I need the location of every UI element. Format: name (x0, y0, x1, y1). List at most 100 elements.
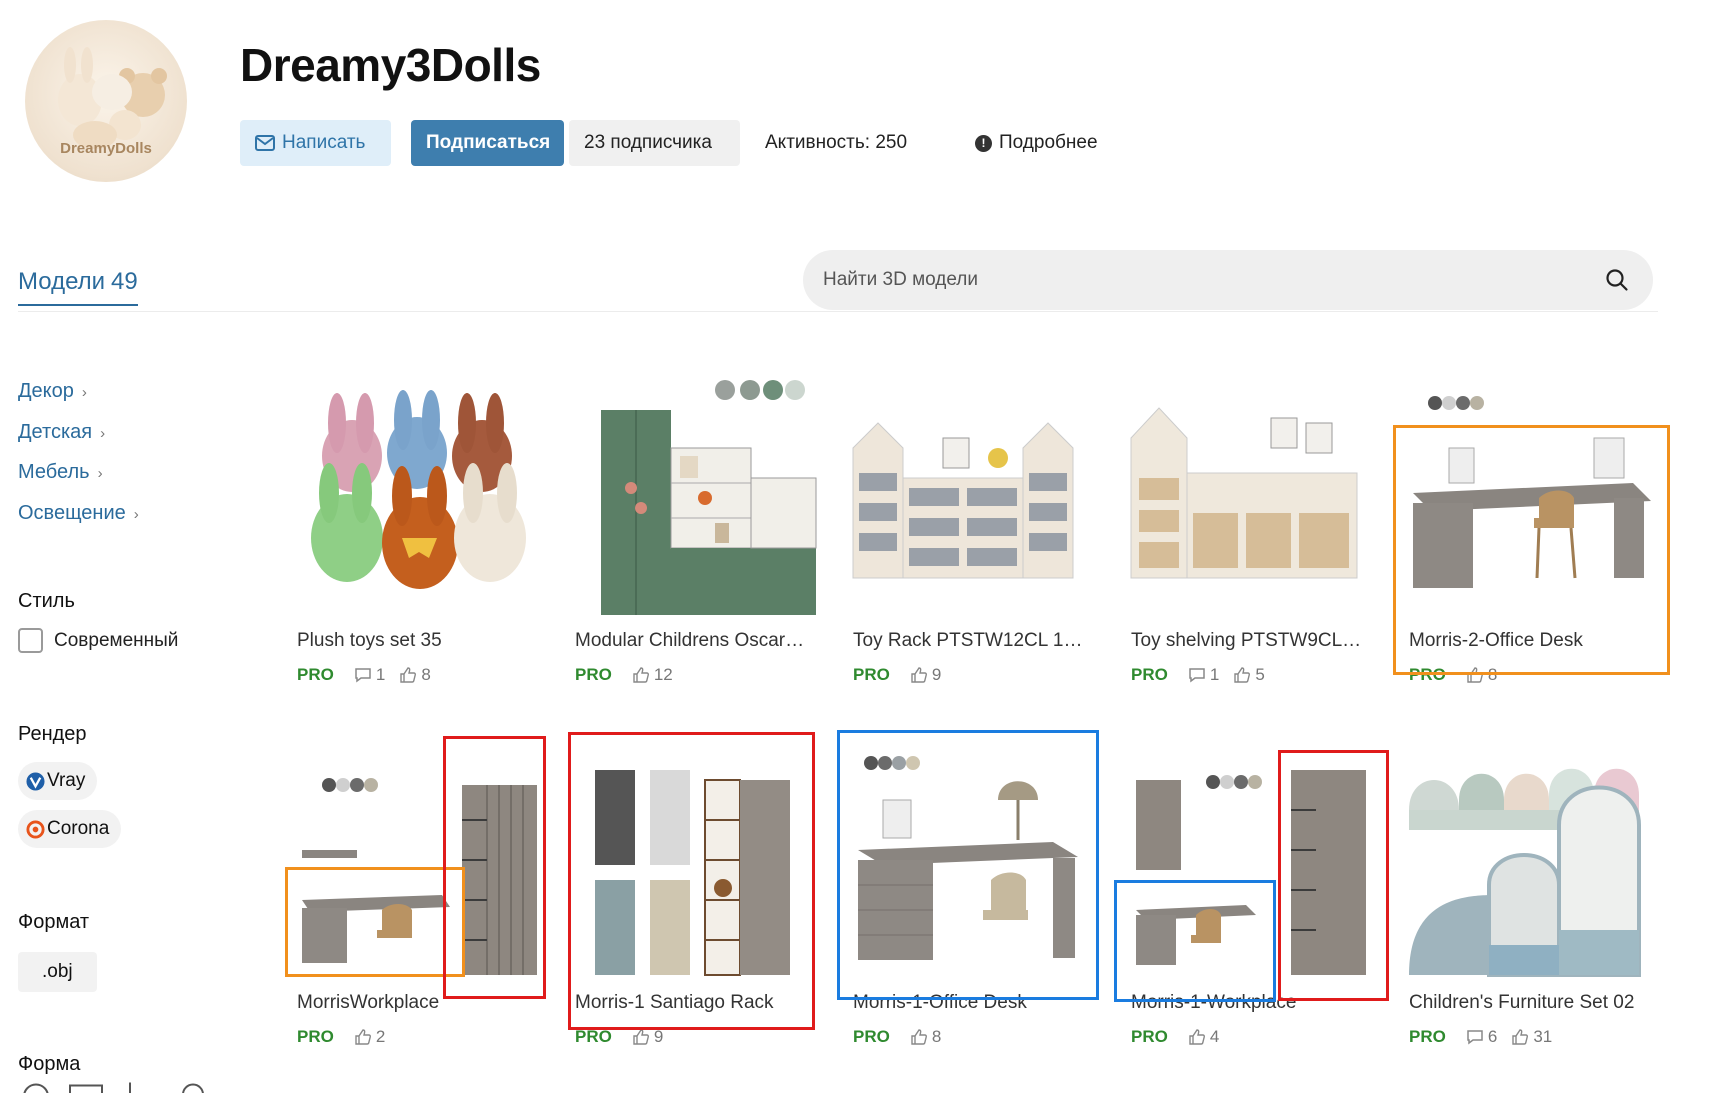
info-icon: ! (975, 134, 992, 152)
comment-icon (1467, 1030, 1483, 1045)
like-count: 12 (632, 665, 673, 685)
model-thumbnail[interactable] (1399, 740, 1659, 980)
like-count: 4 (1188, 1027, 1219, 1047)
model-card[interactable]: Morris-1 Santiago Rack PRO 9 (565, 740, 825, 1058)
checkbox[interactable] (18, 628, 43, 653)
like-count: 5 (1233, 665, 1265, 685)
model-meta: PRO 2 (297, 1027, 399, 1047)
corona-logo-icon (26, 819, 45, 839)
tab-models-count: 49 (111, 268, 138, 295)
more-info-link[interactable]: ! Подробнее (975, 132, 1098, 154)
search-bar (803, 250, 1653, 310)
model-card[interactable]: Children's Furniture Set 02 PRO 6 31 (1399, 740, 1659, 1058)
workplace-image (1136, 770, 1366, 975)
shape-heading: Форма (18, 1053, 81, 1075)
render-filter-corona[interactable]: Corona (18, 810, 122, 848)
model-title[interactable]: Morris-1-Office Desk (853, 992, 1101, 1014)
category-lighting[interactable]: Освещение › (18, 502, 139, 525)
model-title[interactable]: Modular Childrens Oscar… (575, 630, 823, 652)
model-thumbnail[interactable] (1121, 378, 1381, 618)
pro-badge: PRO (297, 665, 334, 684)
thumbs-up-icon (400, 667, 417, 683)
chevron-right-icon: › (97, 465, 103, 482)
write-message-button[interactable]: Написать (240, 120, 391, 166)
model-title[interactable]: Toy shelving PTSTW9CL… (1131, 630, 1379, 652)
model-thumbnail[interactable] (1399, 378, 1659, 618)
pro-badge: PRO (853, 665, 890, 684)
like-count-value: 2 (375, 1027, 386, 1046)
model-meta: PRO 9 (853, 665, 955, 685)
model-thumbnail[interactable] (287, 378, 547, 618)
category-furniture[interactable]: Мебель › (18, 461, 103, 484)
model-thumbnail[interactable] (565, 378, 825, 618)
category-decor[interactable]: Декор › (18, 380, 87, 403)
plush-toys-illustration (58, 47, 167, 149)
model-thumbnail[interactable] (843, 740, 1103, 980)
model-card[interactable]: Toy Rack PTSTW12CL 1… PRO 9 (843, 378, 1103, 696)
shape-filter-icons[interactable] (18, 1082, 218, 1093)
comment-count-value: 1 (375, 665, 386, 684)
model-card[interactable]: MorrisWorkplace PRO 2 (287, 740, 547, 1058)
profile-avatar[interactable]: DreamyDolls (25, 20, 187, 182)
model-thumbnail[interactable] (287, 740, 547, 980)
model-title[interactable]: Children's Furniture Set 02 (1409, 992, 1657, 1014)
subscribe-button[interactable]: Подписаться (411, 120, 564, 166)
model-card[interactable]: Morris-1-Workplace PRO 4 (1121, 740, 1381, 1058)
model-thumbnail[interactable] (565, 740, 825, 980)
green-cabinet-image (601, 380, 817, 615)
comment-count: 1 (354, 665, 385, 685)
search-icon[interactable] (1605, 268, 1629, 292)
model-thumbnail[interactable] (843, 378, 1103, 618)
like-count: 9 (910, 665, 941, 685)
pro-badge: PRO (1409, 665, 1446, 684)
model-card[interactable]: Morris-2-Office Desk PRO 8 (1399, 378, 1659, 696)
like-count-value: 12 (653, 665, 673, 684)
tab-models[interactable]: Модели 49 (18, 268, 138, 306)
model-title[interactable]: Toy Rack PTSTW12CL 1… (853, 630, 1101, 652)
model-card[interactable]: Plush toys set 35 PRO 1 8 (287, 378, 547, 696)
workplace-image (302, 778, 537, 975)
thumbs-up-icon (1467, 667, 1483, 683)
model-thumbnail[interactable] (1121, 740, 1381, 980)
pro-badge: PRO (575, 1027, 612, 1046)
chevron-right-icon: › (100, 425, 106, 442)
model-card[interactable]: Modular Childrens Oscar… PRO 12 (565, 378, 825, 696)
profile-actions: Написать Подписаться 23 подписчика Актив… (240, 120, 1098, 166)
office-desk-image (1413, 396, 1651, 588)
model-meta: PRO 8 (1409, 665, 1511, 685)
render-filter-vray[interactable]: Vray (18, 762, 98, 800)
model-card[interactable]: Toy shelving PTSTW9CL… PRO 1 5 (1121, 378, 1381, 696)
followers-button[interactable]: 23 подписчика (569, 120, 740, 166)
category-kids[interactable]: Детская › (18, 421, 105, 444)
model-title[interactable]: Morris-1-Workplace (1131, 992, 1379, 1014)
like-count: 8 (910, 1027, 941, 1047)
thumbs-up-icon (633, 1029, 649, 1045)
model-meta: PRO 9 (575, 1027, 677, 1047)
tab-models-label: Модели (18, 268, 106, 295)
pro-badge: PRO (853, 1027, 890, 1046)
category-label: Детская (18, 421, 93, 443)
style-heading: Стиль (18, 590, 75, 612)
category-label: Мебель (18, 461, 90, 483)
like-count: 8 (1466, 665, 1497, 685)
style-filter-modern[interactable]: Современный (18, 628, 178, 653)
search-input[interactable] (823, 269, 1583, 291)
like-count-value: 4 (1209, 1027, 1220, 1046)
format-filter-obj[interactable]: .obj (18, 952, 97, 992)
render-option-label: Vray (47, 770, 86, 791)
toy-shelving-image (1130, 407, 1358, 579)
thumbs-up-icon (1234, 667, 1251, 683)
model-meta: PRO 1 8 (297, 665, 445, 685)
model-title[interactable]: MorrisWorkplace (297, 992, 545, 1014)
toy-rack-image (852, 422, 1074, 579)
chevron-right-icon: › (133, 506, 139, 523)
model-card[interactable]: Morris-1-Office Desk PRO 8 (843, 740, 1103, 1058)
model-title[interactable]: Plush toys set 35 (297, 630, 545, 652)
thumbs-up-icon (911, 1029, 927, 1045)
model-title[interactable]: Morris-2-Office Desk (1409, 630, 1657, 652)
avatar-logo-text: DreamyDolls (60, 140, 152, 157)
pro-badge: PRO (575, 665, 612, 684)
like-count: 9 (632, 1027, 663, 1047)
like-count: 31 (1511, 1027, 1552, 1047)
model-title[interactable]: Morris-1 Santiago Rack (575, 992, 823, 1014)
